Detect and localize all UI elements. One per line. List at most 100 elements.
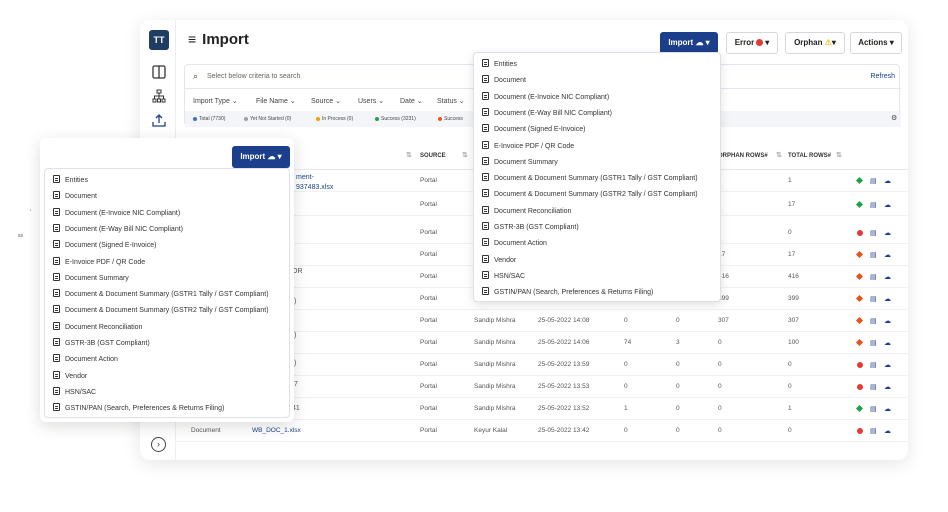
import-menu-item[interactable]: GSTIN/PAN (Search, Preferences & Returns… xyxy=(53,403,224,412)
document-icon xyxy=(53,338,60,346)
cell-total-rows: 100 xyxy=(788,339,799,346)
import-menu-item[interactable]: Document (E-Invoice NIC Compliant) xyxy=(53,207,180,217)
col-total-rows[interactable]: TOTAL ROWS# xyxy=(788,153,831,159)
download-icon[interactable]: ☁ xyxy=(884,295,891,303)
cell-file-name[interactable]: WB_DOC_1.xlsx xyxy=(252,427,301,434)
table-row[interactable]: Document WB_DOC_1.xlsx Portal Keyur Kalal 25… xyxy=(176,420,908,442)
import-menu-item[interactable]: Document & Document Summary (GSTR2 Tally… xyxy=(482,189,698,198)
view-file-icon[interactable]: ▤ xyxy=(870,177,877,185)
file-name-fragment[interactable]: 937483.xlsx xyxy=(296,184,333,191)
sort-icon[interactable]: ⇅ xyxy=(462,151,468,159)
refresh-link[interactable]: Refresh xyxy=(870,73,895,80)
view-file-icon[interactable]: ▤ xyxy=(870,295,877,303)
download-icon[interactable]: ☁ xyxy=(884,317,891,325)
import-menu-item[interactable]: Document & Document Summary (GSTR1 Tally… xyxy=(53,289,269,298)
download-icon[interactable]: ☁ xyxy=(884,251,891,259)
legend-total[interactable]: Total (7730) xyxy=(191,116,225,122)
download-icon[interactable]: ☁ xyxy=(884,427,891,435)
view-file-icon[interactable]: ▤ xyxy=(870,201,877,209)
cell-total-rows: 1 xyxy=(788,177,792,184)
sort-icon[interactable]: ⇅ xyxy=(836,151,842,159)
import-menu-item[interactable]: E-Invoice PDF / QR Code xyxy=(482,140,574,150)
filter-source[interactable]: Source ⌄ xyxy=(311,97,341,105)
columns-icon[interactable] xyxy=(152,65,166,79)
import-menu-item-label: Document xyxy=(494,77,526,85)
import-menu-item[interactable]: Document & Document Summary (GSTR2 Tally… xyxy=(53,305,269,314)
import-menu-item[interactable]: E-Invoice PDF / QR Code xyxy=(53,256,145,266)
legend-not-started[interactable]: Yet Not Started (0) xyxy=(242,116,291,122)
import-menu-item[interactable]: Document xyxy=(482,75,526,84)
view-file-icon[interactable]: ▤ xyxy=(870,251,877,259)
view-file-icon[interactable]: ▤ xyxy=(870,427,877,435)
download-icon[interactable]: ☁ xyxy=(884,177,891,185)
filter-status[interactable]: Status ⌄ xyxy=(437,97,465,105)
error-button[interactable]: Error ▾ xyxy=(726,32,778,54)
file-name-fragment[interactable]: ment- xyxy=(296,174,314,181)
sort-icon[interactable]: ⇅ xyxy=(776,151,782,159)
import-button[interactable]: Import ☁ ▾ xyxy=(660,32,718,54)
document-icon xyxy=(53,256,60,265)
col-orphan-rows[interactable]: ORPHAN ROWS# xyxy=(718,153,768,159)
import-menu-item[interactable]: Document Action xyxy=(53,354,118,363)
import-menu-item[interactable]: Entities xyxy=(482,59,517,68)
filter-file-name[interactable]: File Name ⌄ xyxy=(256,97,296,105)
import-menu-item[interactable]: HSN/SAC xyxy=(53,386,96,396)
cloud-upload-icon: ☁ xyxy=(267,152,276,161)
view-file-icon[interactable]: ▤ xyxy=(870,229,877,237)
settings-icon[interactable]: ⚙ xyxy=(891,114,897,122)
download-icon[interactable]: ☁ xyxy=(884,201,891,209)
view-file-icon[interactable]: ▤ xyxy=(870,273,877,281)
upload-icon[interactable] xyxy=(152,113,166,127)
search-input[interactable]: Select below criteria to search xyxy=(207,73,300,80)
import-menu-item[interactable]: Document xyxy=(53,191,97,200)
legend-partial[interactable]: Success xyxy=(436,116,463,122)
download-icon[interactable]: ☁ xyxy=(884,405,891,413)
download-icon[interactable]: ☁ xyxy=(884,229,891,237)
download-icon[interactable]: ☁ xyxy=(884,273,891,281)
import-menu-item[interactable]: Document (E-Way Bill NIC Compliant) xyxy=(482,107,612,117)
sort-icon[interactable]: ⇅ xyxy=(406,151,412,159)
download-icon[interactable]: ☁ xyxy=(884,361,891,369)
import-menu-item[interactable]: Vendor xyxy=(53,370,87,380)
import-button[interactable]: Import ☁ ▾ xyxy=(232,146,290,168)
import-menu-item[interactable]: Document Summary xyxy=(53,272,129,282)
import-menu-item[interactable]: Document (E-Invoice NIC Compliant) xyxy=(482,91,609,101)
view-file-icon[interactable]: ▤ xyxy=(870,339,877,347)
import-menu-item[interactable]: HSN/SAC xyxy=(482,270,525,280)
orphan-button[interactable]: Orphan ⚠▾ xyxy=(785,32,845,54)
import-menu-item[interactable]: Document Summary xyxy=(482,156,558,166)
hierarchy-icon[interactable] xyxy=(152,89,166,103)
view-file-icon[interactable]: ▤ xyxy=(870,405,877,413)
filter-date[interactable]: Date ⌄ xyxy=(400,97,423,105)
import-menu-item[interactable]: Document (E-Way Bill NIC Compliant) xyxy=(53,223,183,233)
col-source[interactable]: SOURCE xyxy=(420,153,446,159)
menu-icon[interactable]: ≡ xyxy=(188,31,196,47)
filter-import-type[interactable]: Import Type ⌄ xyxy=(193,97,238,105)
view-file-icon[interactable]: ▤ xyxy=(870,317,877,325)
import-menu-item[interactable]: GSTIN/PAN (Search, Preferences & Returns… xyxy=(482,287,653,296)
import-menu-item[interactable]: GSTR-3B (GST Compliant) xyxy=(53,338,150,347)
status-indicator xyxy=(855,176,864,185)
document-icon xyxy=(482,124,489,133)
filter-users[interactable]: Users ⌄ xyxy=(358,97,384,105)
legend-in-process[interactable]: In Process (0) xyxy=(314,116,353,122)
legend-success[interactable]: Success (3231) xyxy=(373,116,416,122)
view-file-icon[interactable]: ▤ xyxy=(870,383,877,391)
import-menu-item[interactable]: Document Reconciliation xyxy=(53,321,142,331)
import-menu-item[interactable]: Vendor xyxy=(482,254,516,264)
import-menu-item[interactable]: Document Reconciliation xyxy=(482,205,571,215)
cell-source: Portal xyxy=(420,229,437,236)
view-file-icon[interactable]: ▤ xyxy=(870,361,877,369)
actions-button[interactable]: Actions ▾ xyxy=(850,32,902,54)
stage: TT › ≡ Import Import ☁ ▾ Error ▾ Orphan ⚠▾… xyxy=(0,0,948,512)
import-menu-item[interactable]: Document (Signed E-Invoice) xyxy=(482,124,585,133)
import-menu-item[interactable]: Document Action xyxy=(482,238,547,247)
import-menu-item[interactable]: Document & Document Summary (GSTR1 Tally… xyxy=(482,173,698,182)
download-icon[interactable]: ☁ xyxy=(884,383,891,391)
import-menu-item[interactable]: GSTR-3B (GST Compliant) xyxy=(482,222,579,231)
download-icon[interactable]: ☁ xyxy=(884,339,891,347)
import-menu-item-label: Entities xyxy=(494,61,517,68)
import-menu-item[interactable]: Entities xyxy=(53,175,88,184)
expand-sidebar-icon[interactable]: › xyxy=(151,437,166,452)
import-menu-item[interactable]: Document (Signed E-Invoice) xyxy=(53,240,156,249)
